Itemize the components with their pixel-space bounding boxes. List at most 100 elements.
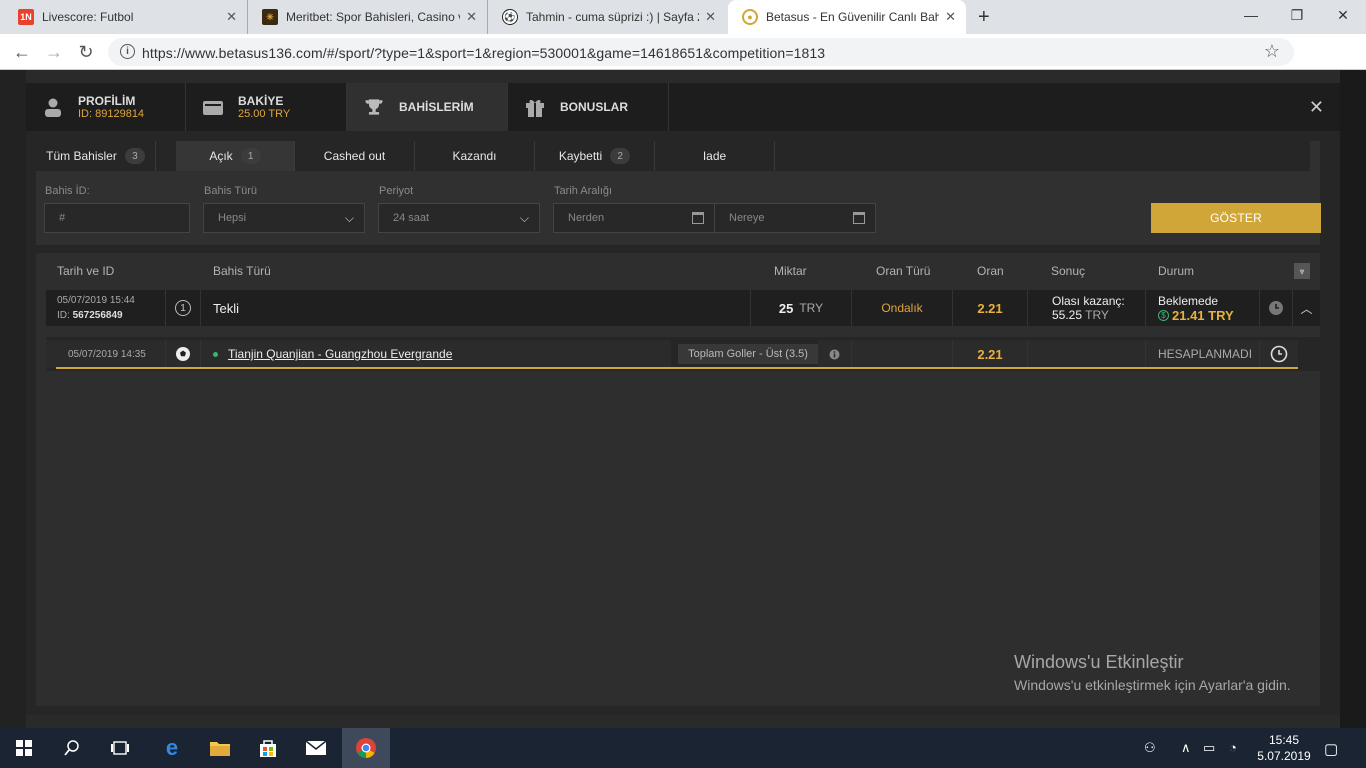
chevron-down-icon: ⌵ [519,211,529,225]
url-field[interactable]: i https://www.betasus136.com/#/sport/?ty… [108,38,1294,66]
chevron-up-icon[interactable]: ∧ [1181,740,1191,756]
chevron-down-icon: ⌵ [344,211,354,225]
subtab-open[interactable]: Açık 1 [176,141,295,171]
bookmark-star-icon[interactable]: ☆ [1264,41,1280,62]
show-button[interactable]: GÖSTER [1151,203,1321,233]
status-cell: Beklemede $ 21.41 TRY [1146,290,1260,326]
empty-cell [1028,340,1146,368]
odds-type-cell: Ondalık [852,290,953,326]
people-icon[interactable]: ⚇ [1144,740,1156,756]
selection-date-cell: 05/07/2019 14:35 [46,340,166,368]
browser-tab-bar: 1N Livescore: Futbol ✕ ✳ Meritbet: Spor … [0,0,1366,34]
windows-taskbar: e ⚇ ∧ ▭ ◔ 15:45 5.07.2019 ▢ [0,728,1366,768]
filter-panel: Tüm Bahisler 3 Açık 1 Cashed out Kazandı… [36,141,1321,245]
browser-tab-meritbet[interactable]: ✳ Meritbet: Spor Bahisleri, Casino v ✕ [248,0,488,34]
mail-icon[interactable] [292,728,340,768]
close-tab-icon[interactable]: ✕ [226,9,237,25]
collapse-all-icon[interactable]: ⩔ [1294,263,1310,279]
header-bet-type: Bahis Türü [213,264,271,278]
tab-balance[interactable]: BAKİYE 25.00 TRY [186,83,347,131]
task-view-icon[interactable] [96,728,144,768]
result-cell: Olası kazanç: 55.25 TRY [1028,290,1146,326]
new-tab-button[interactable]: + [978,6,990,29]
search-icon[interactable] [48,728,96,768]
wifi-icon[interactable]: ◔ [1229,740,1237,755]
page-right-strip [1340,70,1366,732]
account-modal: PROFİLİM ID: 89129814 BAKİYE 25.00 TRY B… [26,83,1340,715]
match-cell: Tianjin Quanjian - Guangzhou Evergrande [201,340,671,368]
period-select[interactable]: 24 saat ⌵ [378,203,540,233]
start-button[interactable] [0,728,48,768]
table-header: Tarih ve ID Bahis Türü Miktar Oran Türü … [36,253,1320,289]
gift-icon [524,96,546,118]
subtab-all[interactable]: Tüm Bahisler 3 [36,141,156,171]
date-range-label: Tarih Aralığı [554,185,613,197]
match-link[interactable]: Tianjin Quanjian - Guangzhou Evergrande [228,347,452,361]
activation-watermark-title: Windows'u Etkinleştir [1014,652,1184,672]
tab-my-bets[interactable]: BAHİSLERİM [347,83,508,131]
wallet-icon [202,96,224,118]
empty-cell [852,340,953,368]
tab-bonuses[interactable]: BONUSLAR [508,83,669,131]
subtab-cashed-out[interactable]: Cashed out [295,141,415,171]
header-amount: Miktar [774,264,807,278]
date-from-input[interactable]: Nerden [553,203,715,233]
chrome-icon[interactable] [342,728,390,768]
activation-watermark-subtitle: Windows'u etkinleştirmek için Ayarlar'a … [1014,677,1291,693]
bet-date-cell: 05/07/2019 15:44 ID: 567256849 [46,290,166,326]
edge-icon[interactable]: e [148,728,196,768]
subtab-refund[interactable]: Iade [655,141,775,171]
date-to-input[interactable]: Nereye [714,203,876,233]
close-tab-icon[interactable]: ✕ [705,9,716,25]
chevron-up-icon[interactable]: ︿ [1293,290,1320,326]
notifications-icon[interactable]: ▢ [1324,740,1338,758]
bet-type-select[interactable]: Hepsi ⌵ [203,203,365,233]
browser-tab-betasus[interactable]: ● Betasus - En Güvenilir Canlı Bahis ✕ [728,0,966,34]
clock-icon[interactable] [1270,345,1288,363]
bet-id-label: Bahis İD: [45,185,90,197]
system-clock[interactable]: 15:45 5.07.2019 [1246,732,1322,764]
bet-id-input[interactable]: # [44,203,190,233]
table-row[interactable]: 05/07/2019 15:44 ID: 567256849 1 Tekli 2… [46,290,1320,326]
close-tab-icon[interactable]: ✕ [945,9,956,25]
minimize-button[interactable]: — [1228,0,1274,30]
subtab-lost[interactable]: Kaybetti 2 [535,141,655,171]
modal-tabs: PROFİLİM ID: 89129814 BAKİYE 25.00 TRY B… [26,83,1340,131]
forward-button[interactable]: → [42,40,66,64]
reload-button[interactable]: ↻ [74,40,98,64]
user-icon [42,96,64,118]
cashout-icon: $ [1158,309,1169,321]
close-tab-icon[interactable]: ✕ [466,9,477,25]
live-dot-icon [213,351,218,357]
bet-type-cell: Tekli [201,290,751,326]
bet-status-tabs: Tüm Bahisler 3 Açık 1 Cashed out Kazandı… [36,141,1310,171]
header-odds: Oran [977,264,1004,278]
soccer-ball-icon: ⚽ [502,9,518,25]
browser-tab-livescore[interactable]: 1N Livescore: Futbol ✕ [4,0,248,34]
calendar-icon [692,212,704,224]
selection-odds-cell: 2.21 [953,340,1028,368]
maximize-button[interactable]: ❐ [1274,0,1320,30]
clock-icon[interactable] [1268,300,1284,316]
info-icon[interactable] [818,340,852,368]
file-explorer-icon[interactable] [196,728,244,768]
browser-tab-tahmin[interactable]: ⚽ Tahmin - cuma süprizi :) | Sayfa 2 ✕ [488,0,726,34]
selection-status-cell: HESAPLANMADI [1146,340,1260,368]
selection-history-cell [1260,340,1298,368]
selection-row: 05/07/2019 14:35 Tianjin Quanjian - Guan… [46,337,1320,371]
subtab-won[interactable]: Kazandı [415,141,535,171]
market-badge: Toplam Goller - Üst (3.5) [678,344,818,364]
close-window-button[interactable]: ✕ [1320,0,1366,30]
battery-icon[interactable]: ▭ [1203,740,1215,756]
tab-profile[interactable]: PROFİLİM ID: 89129814 [26,83,186,131]
info-icon[interactable]: i [120,44,135,59]
odds-cell: 2.21 [953,290,1028,326]
calendar-icon [853,212,865,224]
store-icon[interactable] [244,728,292,768]
screen: 1N Livescore: Futbol ✕ ✳ Meritbet: Spor … [0,0,1366,768]
back-button[interactable]: ← [10,40,34,64]
livescore-icon: 1N [18,9,34,25]
close-modal-icon[interactable]: ✕ [1309,97,1324,118]
header-date-id: Tarih ve ID [57,264,115,278]
amount-cell: 25 TRY [751,290,852,326]
